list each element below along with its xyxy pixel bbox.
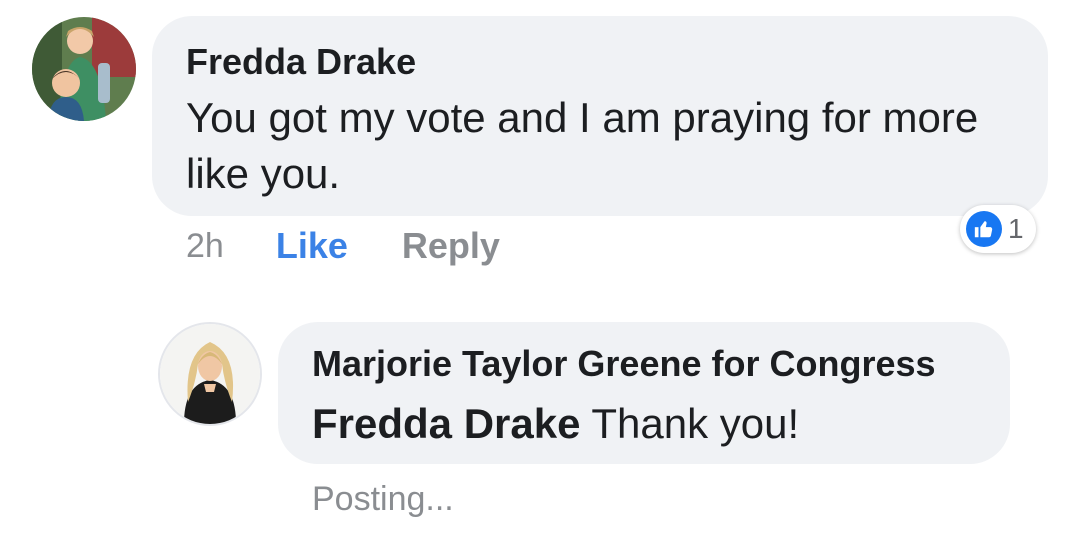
reply-bubble: Marjorie Taylor Greene for Congress Fred…: [278, 322, 1010, 464]
comment-bubble: Fredda Drake You got my vote and I am pr…: [152, 16, 1048, 216]
reply-text-line: Fredda Drake Thank you!: [312, 396, 992, 452]
thumbs-up-icon: [966, 211, 1002, 247]
comment-author-name[interactable]: Fredda Drake: [186, 42, 1014, 82]
comment-actions: 2h Like Reply: [186, 224, 500, 268]
reply-mention[interactable]: Fredda Drake: [312, 400, 580, 447]
commenter-avatar[interactable]: [32, 17, 136, 121]
reply-button[interactable]: Reply: [402, 225, 500, 267]
replier-avatar[interactable]: [158, 322, 262, 426]
like-button[interactable]: Like: [276, 225, 348, 267]
reaction-count: 1: [1008, 213, 1024, 244]
comment-text: You got my vote and I am praying for mor…: [186, 94, 979, 197]
reply-author-name[interactable]: Marjorie Taylor Greene for Congress: [312, 344, 976, 384]
posting-status: Posting...: [312, 480, 454, 518]
reaction-summary[interactable]: 1: [960, 205, 1036, 253]
reply-text: Thank you!: [591, 400, 800, 447]
comment-timestamp[interactable]: 2h: [186, 227, 224, 266]
